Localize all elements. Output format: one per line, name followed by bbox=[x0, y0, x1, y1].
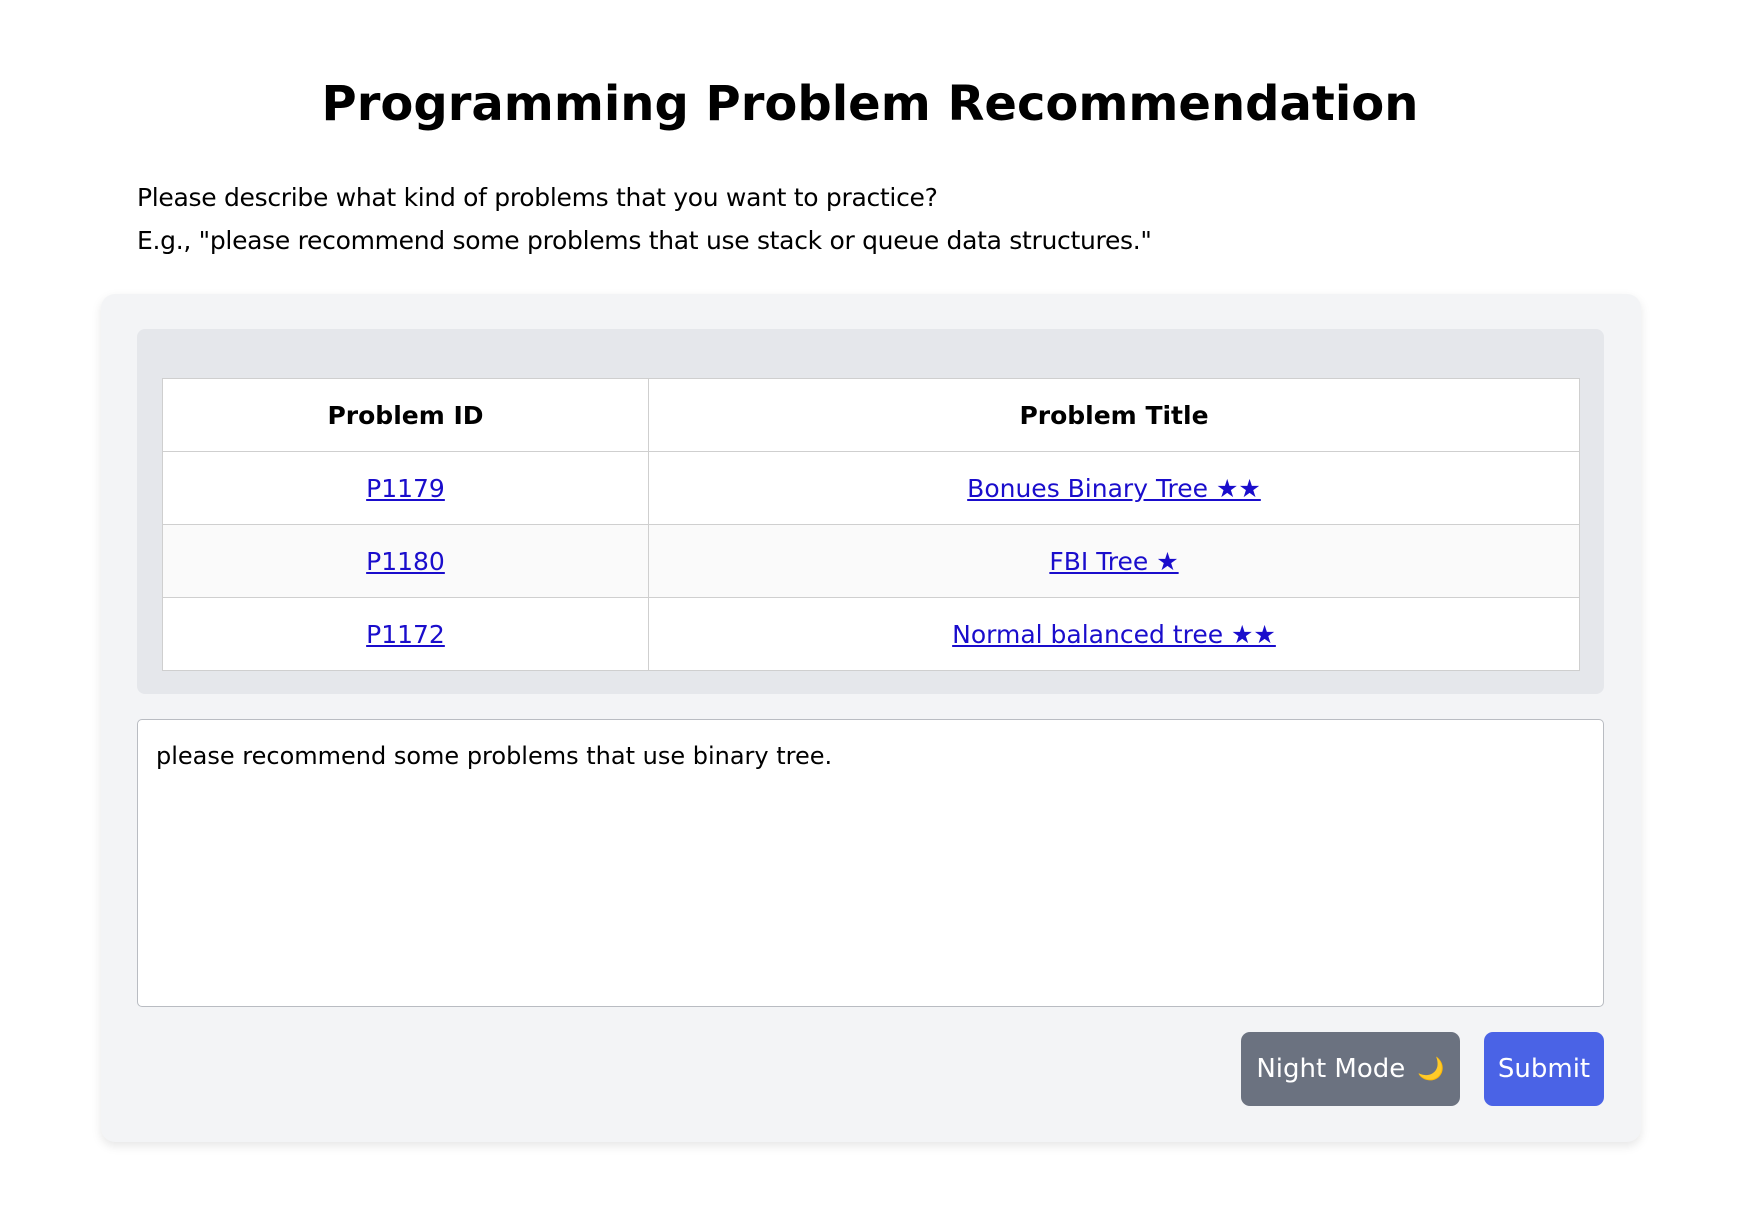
problem-id-link[interactable]: P1180 bbox=[366, 547, 445, 576]
problem-id-cell: P1180 bbox=[162, 524, 649, 598]
submit-button[interactable]: Submit bbox=[1484, 1032, 1604, 1106]
intro-text: Please describe what kind of problems th… bbox=[137, 176, 1152, 262]
intro-line-1: Please describe what kind of problems th… bbox=[137, 183, 938, 212]
table-row: P1172 Normal balanced tree ★★ bbox=[162, 597, 1580, 671]
problem-id-cell: P1179 bbox=[162, 451, 649, 525]
problem-id-link[interactable]: P1172 bbox=[366, 620, 445, 649]
table-row: P1180 FBI Tree ★ bbox=[162, 524, 1580, 598]
results-table: Problem ID Problem Title P1179 Bonues Bi… bbox=[162, 378, 1580, 671]
query-input[interactable]: please recommend some problems that use … bbox=[137, 719, 1604, 1007]
problem-title-link[interactable]: Bonues Binary Tree ★★ bbox=[967, 474, 1261, 503]
table-header-row: Problem ID Problem Title bbox=[162, 378, 1580, 452]
problem-title-link[interactable]: Normal balanced tree ★★ bbox=[952, 620, 1276, 649]
night-mode-button[interactable]: Night Mode 🌙 bbox=[1241, 1032, 1460, 1106]
column-header-problem-title: Problem Title bbox=[648, 378, 1580, 452]
page: Programming Problem Recommendation Pleas… bbox=[0, 0, 1740, 1231]
night-mode-label: Night Mode bbox=[1256, 1054, 1406, 1084]
moon-icon: 🌙 bbox=[1417, 1056, 1445, 1082]
problem-id-link[interactable]: P1179 bbox=[366, 474, 445, 503]
problem-title-cell: FBI Tree ★ bbox=[648, 524, 1580, 598]
submit-label: Submit bbox=[1497, 1054, 1591, 1084]
page-title: Programming Problem Recommendation bbox=[321, 76, 1419, 132]
table-row: P1179 Bonues Binary Tree ★★ bbox=[162, 451, 1580, 525]
problem-title-link[interactable]: FBI Tree ★ bbox=[1049, 547, 1178, 576]
problem-title-cell: Bonues Binary Tree ★★ bbox=[648, 451, 1580, 525]
problem-title-cell: Normal balanced tree ★★ bbox=[648, 597, 1580, 671]
column-header-problem-id: Problem ID bbox=[162, 378, 649, 452]
results-panel: Problem ID Problem Title P1179 Bonues Bi… bbox=[137, 329, 1604, 694]
main-card: Problem ID Problem Title P1179 Bonues Bi… bbox=[101, 294, 1641, 1142]
problem-id-cell: P1172 bbox=[162, 597, 649, 671]
intro-line-2: E.g., "please recommend some problems th… bbox=[137, 226, 1152, 255]
